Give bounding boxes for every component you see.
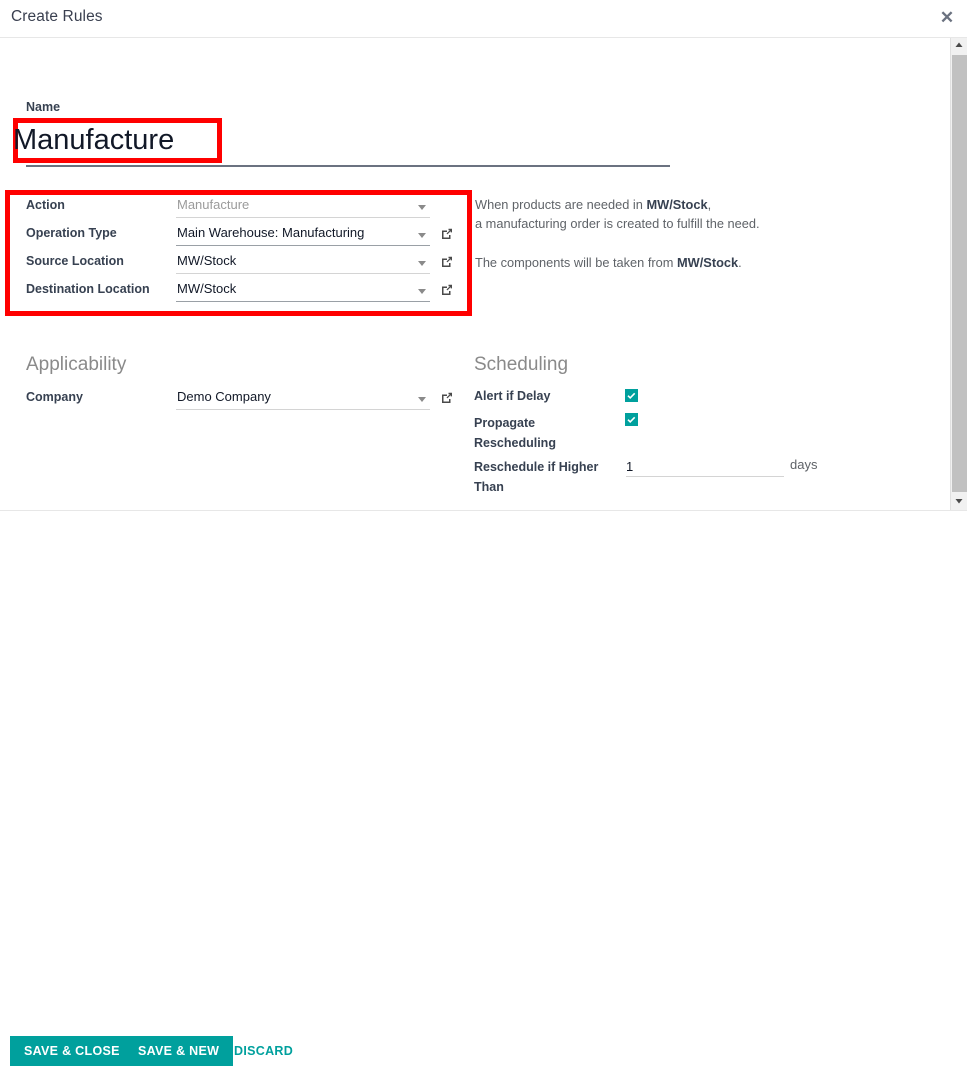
source-location-select[interactable]: MW/Stock — [176, 252, 430, 274]
external-link-icon-operation-type[interactable] — [440, 227, 454, 241]
reschedule-if-higher-than-input[interactable] — [626, 456, 784, 477]
field-alert-if-delay: Alert if Delay — [474, 387, 774, 409]
field-label-propagate-rescheduling: Propagate Rescheduling — [474, 416, 556, 450]
field-propagate-rescheduling: Propagate Rescheduling — [474, 411, 624, 451]
desc-line1-bold: MW/Stock — [646, 197, 708, 212]
discard-button[interactable]: DISCARD — [228, 1036, 299, 1066]
field-action: Action Manufacture — [26, 196, 446, 218]
company-select[interactable]: Demo Company — [176, 388, 430, 410]
field-label-operation-type: Operation Type — [26, 226, 117, 240]
scrollbar-thumb[interactable] — [952, 55, 967, 492]
rule-description: When products are needed in MW/Stock, a … — [475, 195, 895, 233]
desc-line3-pre: The components will be taken from — [475, 255, 678, 270]
dialog-header: Create Rules ✕ — [0, 0, 967, 38]
action-value: Manufacture — [177, 197, 250, 212]
field-reschedule-if-higher-than: Reschedule if Higher Than — [474, 455, 624, 495]
scroll-up-arrow-icon[interactable] — [951, 38, 967, 54]
save-and-close-button[interactable]: SAVE & CLOSE — [10, 1036, 134, 1066]
applicability-section-title: Applicability — [26, 354, 127, 375]
chevron-down-icon — [418, 261, 426, 266]
company-value: Demo Company — [177, 389, 271, 404]
field-label-reschedule-if-higher-than: Reschedule if Higher Than — [474, 460, 599, 494]
destination-location-select[interactable]: MW/Stock — [176, 280, 430, 302]
desc-line1-pre: When products are needed in — [475, 197, 647, 212]
alert-if-delay-checkbox[interactable] — [625, 389, 638, 402]
field-label-company: Company — [26, 390, 83, 404]
dialog-footer: SAVE & CLOSE SAVE & NEW DISCARD — [0, 512, 967, 1066]
operation-type-value: Main Warehouse: Manufacturing — [177, 225, 365, 240]
reschedule-units-label: days — [790, 457, 818, 472]
name-underline — [26, 165, 670, 167]
action-select[interactable]: Manufacture — [176, 196, 430, 218]
dialog-title: Create Rules — [11, 8, 103, 25]
field-label-alert-if-delay: Alert if Delay — [474, 389, 551, 403]
scroll-down-arrow-icon[interactable] — [951, 494, 967, 510]
external-link-icon-destination-location[interactable] — [440, 283, 454, 297]
desc-line3-post: . — [738, 255, 742, 270]
desc-line3-bold: MW/Stock — [677, 255, 739, 270]
save-and-new-button[interactable]: SAVE & NEW — [124, 1036, 234, 1066]
rule-description-components: The components will be taken from MW/Sto… — [475, 253, 895, 272]
chevron-down-icon — [418, 205, 426, 210]
propagate-rescheduling-checkbox[interactable] — [625, 413, 638, 426]
close-icon[interactable]: ✕ — [933, 4, 961, 32]
external-link-icon-company[interactable] — [440, 391, 454, 405]
field-company: Company Demo Company — [26, 388, 466, 410]
field-label-action: Action — [26, 198, 65, 212]
name-label: Name — [26, 100, 61, 114]
field-destination-location: Destination Location MW/Stock — [26, 280, 466, 302]
chevron-down-icon — [418, 397, 426, 402]
operation-type-select[interactable]: Main Warehouse: Manufacturing — [176, 224, 430, 246]
create-rules-dialog: Create Rules ✕ Name Action Manufacture — [0, 0, 967, 1066]
dialog-body: Name Action Manufacture Operation Type M… — [0, 38, 967, 511]
vertical-scrollbar[interactable] — [950, 38, 967, 510]
field-label-source-location: Source Location — [26, 254, 124, 268]
field-label-destination-location: Destination Location — [26, 282, 150, 296]
name-input[interactable] — [13, 122, 203, 158]
field-operation-type: Operation Type Main Warehouse: Manufactu… — [26, 224, 466, 246]
destination-location-value: MW/Stock — [177, 281, 237, 296]
scheduling-section-title: Scheduling — [474, 354, 569, 375]
external-link-icon-source-location[interactable] — [440, 255, 454, 269]
desc-line2: a manufacturing order is created to fulf… — [475, 216, 760, 231]
desc-line1-post: , — [707, 197, 712, 212]
chevron-down-icon — [418, 233, 426, 238]
form-sheet: Name Action Manufacture Operation Type M… — [0, 38, 945, 510]
source-location-value: MW/Stock — [177, 253, 237, 268]
chevron-down-icon — [418, 289, 426, 294]
field-source-location: Source Location MW/Stock — [26, 252, 466, 274]
